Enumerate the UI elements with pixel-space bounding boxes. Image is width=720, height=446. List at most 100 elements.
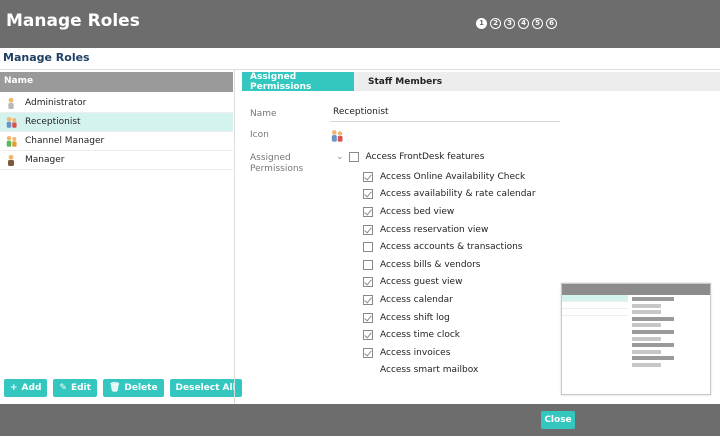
permission-label: Access invoices bbox=[380, 347, 451, 358]
permission-checkbox[interactable] bbox=[363, 277, 373, 288]
receptionist-icon bbox=[331, 130, 343, 142]
permission-label: Access Online Availability Check bbox=[380, 171, 526, 182]
close-button[interactable]: Close bbox=[541, 411, 575, 429]
role-item-channel-manager[interactable]: Channel Manager bbox=[0, 132, 233, 151]
permission-checkbox[interactable] bbox=[363, 312, 373, 323]
role-label: Administrator bbox=[25, 98, 87, 108]
role-item-receptionist[interactable]: Receptionist bbox=[0, 113, 233, 132]
delete-button[interactable]: 🗑 Delete bbox=[102, 379, 164, 397]
role-item-administrator[interactable]: Administrator bbox=[0, 94, 233, 113]
permission-label: Access availability & rate calendar bbox=[380, 189, 536, 200]
page-title: Manage Roles bbox=[3, 51, 90, 64]
permission-label: Access time clock bbox=[380, 330, 460, 341]
permission-checkbox[interactable] bbox=[363, 242, 373, 253]
permission-item[interactable]: Access time clock bbox=[363, 326, 536, 344]
preview-thumbnail-row bbox=[562, 295, 628, 302]
role-actions: + Add ✎ Edit 🗑 Delete Deselect All bbox=[4, 379, 242, 397]
deselect-all-button-label: Deselect All bbox=[175, 383, 236, 393]
role-label: Receptionist bbox=[25, 117, 81, 127]
tab-bar: Assigned Permissions Staff Members bbox=[242, 72, 720, 92]
role-label: Manager bbox=[25, 155, 65, 165]
roles-list-header: Name bbox=[0, 72, 233, 92]
permission-item[interactable]: Access bills & vendors bbox=[363, 256, 536, 274]
window-title: Manage Roles bbox=[6, 11, 140, 31]
deselect-all-button[interactable]: Deselect All bbox=[169, 379, 242, 397]
bottom-strip bbox=[0, 436, 720, 446]
edit-icon: ✎ bbox=[59, 383, 67, 393]
permission-checkbox[interactable] bbox=[363, 171, 373, 182]
step-6[interactable]: 6 bbox=[546, 18, 557, 29]
permission-item[interactable]: Access reservation view bbox=[363, 221, 536, 239]
permission-item[interactable]: Access guest view bbox=[363, 274, 536, 292]
permission-checkbox[interactable] bbox=[363, 294, 373, 305]
role-item-manager[interactable]: Manager bbox=[0, 151, 233, 170]
permission-checkbox[interactable] bbox=[363, 224, 373, 235]
permission-item[interactable]: Access shift log bbox=[363, 309, 536, 327]
name-label: Name bbox=[250, 109, 277, 119]
permission-checkbox[interactable] bbox=[363, 189, 373, 200]
receptionist-icon bbox=[5, 116, 18, 128]
add-button[interactable]: + Add bbox=[4, 379, 48, 397]
permission-root-label: Access FrontDesk features bbox=[365, 152, 485, 162]
permission-checkbox[interactable] bbox=[363, 259, 373, 270]
permission-label: Access smart mailbox bbox=[380, 365, 479, 376]
preview-thumbnail-line bbox=[632, 336, 708, 341]
permission-label: Access calendar bbox=[380, 294, 453, 305]
add-button-label: Add bbox=[21, 383, 42, 393]
step-5[interactable]: 5 bbox=[532, 18, 543, 29]
permission-item[interactable]: Access invoices bbox=[363, 344, 536, 362]
step-4[interactable]: 4 bbox=[518, 18, 529, 29]
trash-icon: 🗑 bbox=[108, 383, 121, 393]
permission-checkbox[interactable] bbox=[363, 347, 373, 358]
permissions-label-line-2: Permissions bbox=[250, 164, 304, 174]
tab-staff-members[interactable]: Staff Members bbox=[360, 72, 450, 91]
permission-label: Access guest view bbox=[380, 277, 463, 288]
preview-thumbnail-line bbox=[632, 329, 708, 334]
icon-label: Icon bbox=[250, 130, 269, 140]
edit-button-label: Edit bbox=[70, 383, 91, 393]
permission-item[interactable]: Access smart mailbox bbox=[363, 362, 536, 380]
permission-item[interactable]: Access Online Availability Check bbox=[363, 168, 536, 186]
preview-thumbnail-content bbox=[632, 297, 708, 370]
tab-assigned-permissions[interactable]: Assigned Permissions bbox=[242, 72, 354, 92]
preview-thumbnail bbox=[561, 283, 711, 395]
preview-thumbnail-list bbox=[562, 295, 628, 316]
edit-button[interactable]: ✎ Edit bbox=[53, 379, 97, 397]
chevron-down-icon[interactable]: ⌄ bbox=[336, 152, 344, 162]
plus-icon: + bbox=[10, 383, 18, 393]
preview-thumbnail-line bbox=[632, 297, 708, 301]
preview-thumbnail-line bbox=[632, 316, 708, 321]
preview-thumbnail-line bbox=[632, 362, 708, 367]
step-2[interactable]: 2 bbox=[490, 18, 501, 29]
step-1[interactable]: 1 bbox=[476, 18, 487, 29]
preview-thumbnail-line bbox=[632, 356, 708, 361]
permission-checkbox[interactable] bbox=[363, 330, 373, 341]
permission-label: Access bills & vendors bbox=[380, 259, 481, 270]
preview-thumbnail-line bbox=[632, 303, 708, 308]
permission-root-checkbox[interactable] bbox=[348, 152, 359, 162]
channel-manager-icon bbox=[5, 135, 18, 147]
permission-label: Access bed view bbox=[380, 206, 455, 217]
preview-thumbnail-row bbox=[562, 302, 628, 309]
title-bar: Manage Roles 1 2 3 4 5 6 bbox=[0, 0, 720, 48]
permission-label: Access reservation view bbox=[380, 224, 489, 235]
administrator-icon bbox=[5, 97, 18, 109]
delete-button-label: Delete bbox=[124, 383, 158, 393]
preview-thumbnail-row bbox=[562, 309, 628, 316]
preview-thumbnail-line bbox=[632, 343, 708, 348]
permission-checkbox[interactable] bbox=[363, 206, 373, 217]
permission-item[interactable]: Access availability & rate calendar bbox=[363, 186, 536, 204]
name-field[interactable]: Receptionist bbox=[330, 104, 560, 122]
role-icon-picker[interactable] bbox=[330, 129, 344, 145]
step-3[interactable]: 3 bbox=[504, 18, 515, 29]
panel-divider bbox=[234, 70, 235, 404]
permissions-label-line-1: Assigned bbox=[250, 153, 291, 163]
permission-item[interactable]: Access bed view bbox=[363, 203, 536, 221]
preview-thumbnail-line bbox=[632, 323, 708, 328]
permission-item[interactable]: Access calendar bbox=[363, 291, 536, 309]
permission-root[interactable]: ⌄ Access FrontDesk features bbox=[336, 152, 484, 162]
footer-bar bbox=[0, 404, 720, 436]
role-label: Channel Manager bbox=[25, 136, 105, 146]
permission-item[interactable]: Access accounts & transactions bbox=[363, 238, 536, 256]
roles-list: Administrator Receptionist Channel Manag… bbox=[0, 94, 233, 170]
